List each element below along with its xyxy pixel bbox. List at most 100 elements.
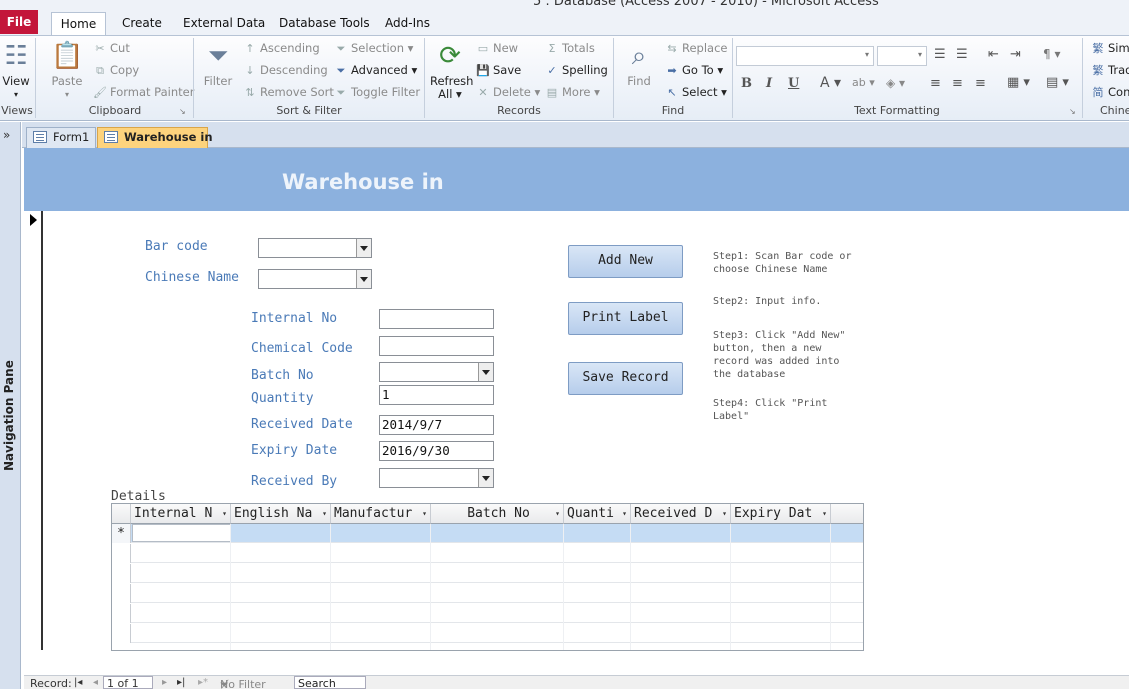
font-size-combo[interactable]: ▾: [877, 46, 927, 66]
find-button[interactable]: ⌕ Find: [622, 40, 656, 88]
chevron-down-icon[interactable]: [478, 363, 493, 381]
table-row[interactable]: *: [112, 524, 863, 543]
align-left-icon[interactable]: ≡: [930, 76, 941, 91]
column-header[interactable]: English Na ▾: [231, 504, 331, 524]
batch-no-combo[interactable]: [379, 362, 494, 382]
bullets-icon[interactable]: ☰: [934, 47, 946, 62]
chevron-down-icon[interactable]: [478, 469, 493, 487]
navigation-pane[interactable]: » Navigation Pane: [0, 122, 21, 689]
tab-database-tools[interactable]: Database Tools: [279, 12, 370, 35]
descending-button[interactable]: ↓ Descending: [243, 62, 327, 79]
chemical-code-field[interactable]: [379, 336, 494, 356]
font-color-icon[interactable]: A ▾: [820, 75, 841, 91]
record-position-field[interactable]: 1 of 1: [103, 676, 153, 690]
received-by-combo[interactable]: [379, 468, 494, 488]
bar-code-combo[interactable]: [258, 238, 372, 258]
increase-indent-icon[interactable]: ⇥: [1010, 47, 1021, 62]
tab-warehouse-in[interactable]: Warehouse in: [97, 127, 213, 148]
expand-chevron-icon[interactable]: »: [3, 128, 10, 142]
column-header[interactable]: Quanti ▾: [564, 504, 631, 524]
tab-create[interactable]: Create: [122, 12, 162, 35]
chevron-down-icon[interactable]: [356, 239, 371, 257]
last-record-icon[interactable]: ▸|: [177, 677, 185, 688]
clipboard-launcher-icon[interactable]: ↘: [179, 107, 186, 116]
paragraph-direction-icon[interactable]: ¶ ▾: [1043, 47, 1060, 61]
filter-button[interactable]: ⏷ Filter: [201, 40, 235, 88]
tab-external-data[interactable]: External Data: [183, 12, 265, 35]
go-to-button[interactable]: ➡ Go To ▾: [665, 62, 723, 79]
advanced-button[interactable]: ⏷ Advanced ▾: [334, 62, 418, 79]
view-button[interactable]: ☷ View ▾: [2, 40, 30, 101]
column-header[interactable]: Manufactur ▾: [331, 504, 431, 524]
active-cell[interactable]: [132, 524, 231, 542]
select-all-corner[interactable]: [112, 504, 131, 524]
sort-arrow-icon[interactable]: ▾: [622, 504, 627, 523]
more-button[interactable]: ▤ More ▾: [545, 84, 600, 101]
tab-home[interactable]: Home: [51, 12, 106, 36]
sort-arrow-icon[interactable]: ▾: [322, 504, 327, 523]
chevron-down-icon[interactable]: [356, 270, 371, 288]
delete-button[interactable]: ✕ Delete ▾: [476, 84, 540, 101]
new-blank-record-icon[interactable]: ▸*: [198, 677, 208, 688]
remove-sort-button[interactable]: ⇅ Remove Sort: [243, 84, 334, 101]
tab-file[interactable]: File: [0, 10, 38, 34]
ascending-button[interactable]: ↑ Ascending: [243, 40, 319, 57]
expiry-date-field[interactable]: 2016/9/30: [379, 441, 494, 461]
simplified-button[interactable]: 繁 Sim: [1091, 40, 1129, 57]
spelling-button[interactable]: ✓ Spelling: [545, 62, 607, 79]
column-header[interactable]: Expiry Dat ▾: [731, 504, 831, 524]
save-record-button[interactable]: Save Record: [568, 362, 683, 395]
new-record-marker[interactable]: *: [112, 524, 131, 543]
numbering-icon[interactable]: ☰: [956, 47, 968, 62]
sort-arrow-icon[interactable]: ▾: [222, 504, 227, 523]
alternate-row-color-icon[interactable]: ▤ ▾: [1046, 75, 1069, 90]
column-header[interactable]: Internal N ▾: [131, 504, 231, 524]
window-title: 5 : Database (Access 2007 - 2010) - Micr…: [533, 0, 879, 9]
text-formatting-launcher-icon[interactable]: ↘: [1069, 107, 1076, 116]
chinese-name-combo[interactable]: [258, 269, 372, 289]
next-record-icon[interactable]: ▸: [162, 677, 167, 688]
convert-button[interactable]: 简 Con: [1091, 84, 1129, 101]
record-selector[interactable]: [24, 211, 43, 650]
font-name-combo[interactable]: ▾: [736, 46, 874, 66]
first-record-icon[interactable]: |◂: [74, 677, 82, 688]
sort-arrow-icon[interactable]: ▾: [555, 504, 560, 523]
internal-no-field[interactable]: [379, 309, 494, 329]
replace-button[interactable]: ⇆ Replace: [665, 40, 727, 57]
traditional-button[interactable]: 繁 Trad: [1091, 62, 1129, 79]
format-painter-button[interactable]: 🖌 Format Painter: [93, 84, 194, 101]
italic-button[interactable]: I: [766, 76, 772, 91]
details-datasheet[interactable]: Internal N ▾ English Na ▾ Manufactur ▾ Batc…: [111, 503, 864, 651]
highlight-icon[interactable]: ab ▾: [852, 76, 875, 89]
column-header[interactable]: Received D ▾: [631, 504, 731, 524]
sort-arrow-icon[interactable]: ▾: [422, 504, 427, 523]
align-center-icon[interactable]: ≡: [952, 76, 963, 91]
align-right-icon[interactable]: ≡: [975, 76, 986, 91]
refresh-all-button[interactable]: ⟳ Refresh All ▾: [430, 40, 473, 101]
quantity-field[interactable]: 1: [379, 385, 494, 405]
add-new-button[interactable]: Add New: [568, 245, 683, 278]
cut-button[interactable]: ✂ Cut: [93, 40, 129, 57]
previous-record-icon[interactable]: ◂: [93, 677, 98, 688]
new-record-button[interactable]: ▭ New: [476, 40, 518, 57]
decrease-indent-icon[interactable]: ⇤: [988, 47, 999, 62]
gridlines-icon[interactable]: ▦ ▾: [1007, 75, 1030, 90]
received-date-field[interactable]: 2014/9/7: [379, 415, 494, 435]
print-label-button[interactable]: Print Label: [568, 302, 683, 335]
selection-button[interactable]: ⏷ Selection ▾: [334, 40, 414, 57]
sort-arrow-icon[interactable]: ▾: [722, 504, 727, 523]
column-header[interactable]: Batch No ▾: [431, 504, 564, 524]
totals-button[interactable]: Σ Totals: [545, 40, 595, 57]
tab-add-ins[interactable]: Add-Ins: [385, 12, 430, 35]
tab-form1[interactable]: Form1: [26, 127, 96, 148]
save-button[interactable]: 💾 Save: [476, 62, 521, 79]
bold-button[interactable]: B: [741, 76, 752, 91]
search-input[interactable]: Search: [294, 676, 366, 690]
fill-color-icon[interactable]: ◈ ▾: [886, 76, 905, 90]
toggle-filter-button[interactable]: ⏷ Toggle Filter: [334, 84, 421, 101]
underline-button[interactable]: U: [788, 76, 799, 91]
sort-arrow-icon[interactable]: ▾: [822, 504, 827, 523]
copy-button[interactable]: ⧉ Copy: [93, 62, 139, 79]
paste-button[interactable]: 📋 Paste ▾: [51, 40, 83, 101]
select-button[interactable]: ↖ Select ▾: [665, 84, 727, 101]
